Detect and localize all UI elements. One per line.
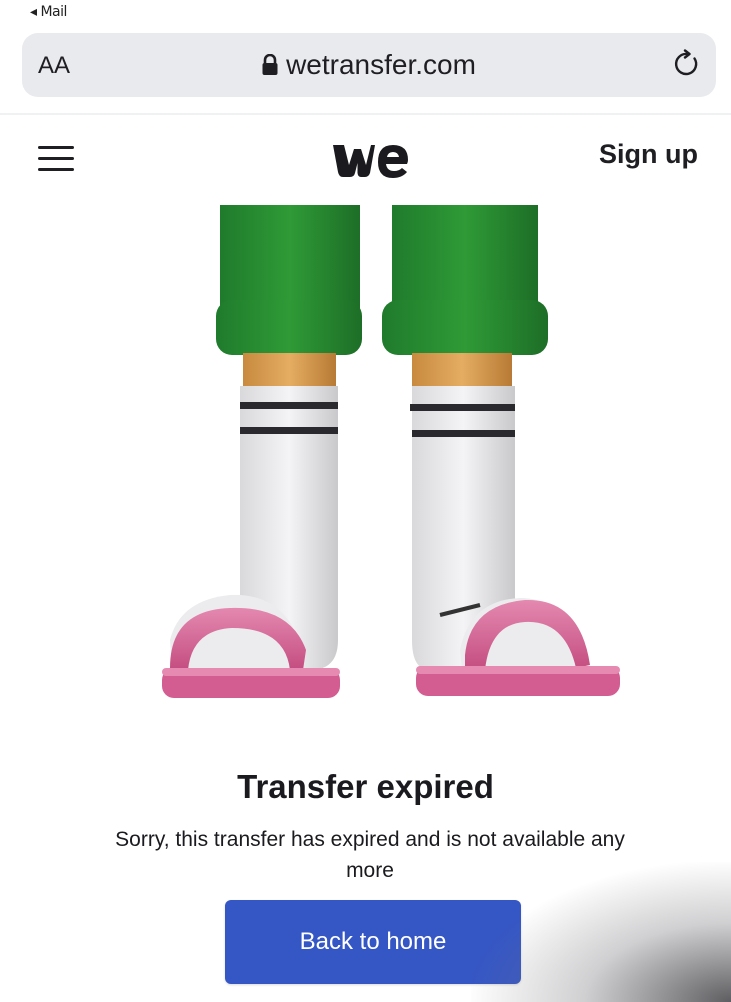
status-back-to-mail[interactable]: ◂ Mail	[30, 4, 67, 20]
back-to-home-button[interactable]: Back to home	[225, 900, 521, 984]
toolbar-divider	[0, 113, 731, 115]
url-field[interactable]: wetransfer.com	[22, 49, 716, 81]
wetransfer-logo[interactable]: we	[331, 141, 411, 179]
url-text: wetransfer.com	[286, 49, 476, 80]
page-title: Transfer expired	[237, 768, 494, 805]
reload-icon[interactable]	[672, 49, 702, 79]
sign-up-link[interactable]: Sign up	[599, 139, 698, 170]
expired-message: Sorry, this transfer has expired and is …	[115, 828, 625, 882]
address-bar[interactable]: AA wetransfer.com	[22, 33, 716, 97]
expired-illustration	[162, 205, 620, 698]
lock-icon	[262, 54, 278, 75]
hamburger-menu-icon[interactable]	[38, 146, 74, 174]
